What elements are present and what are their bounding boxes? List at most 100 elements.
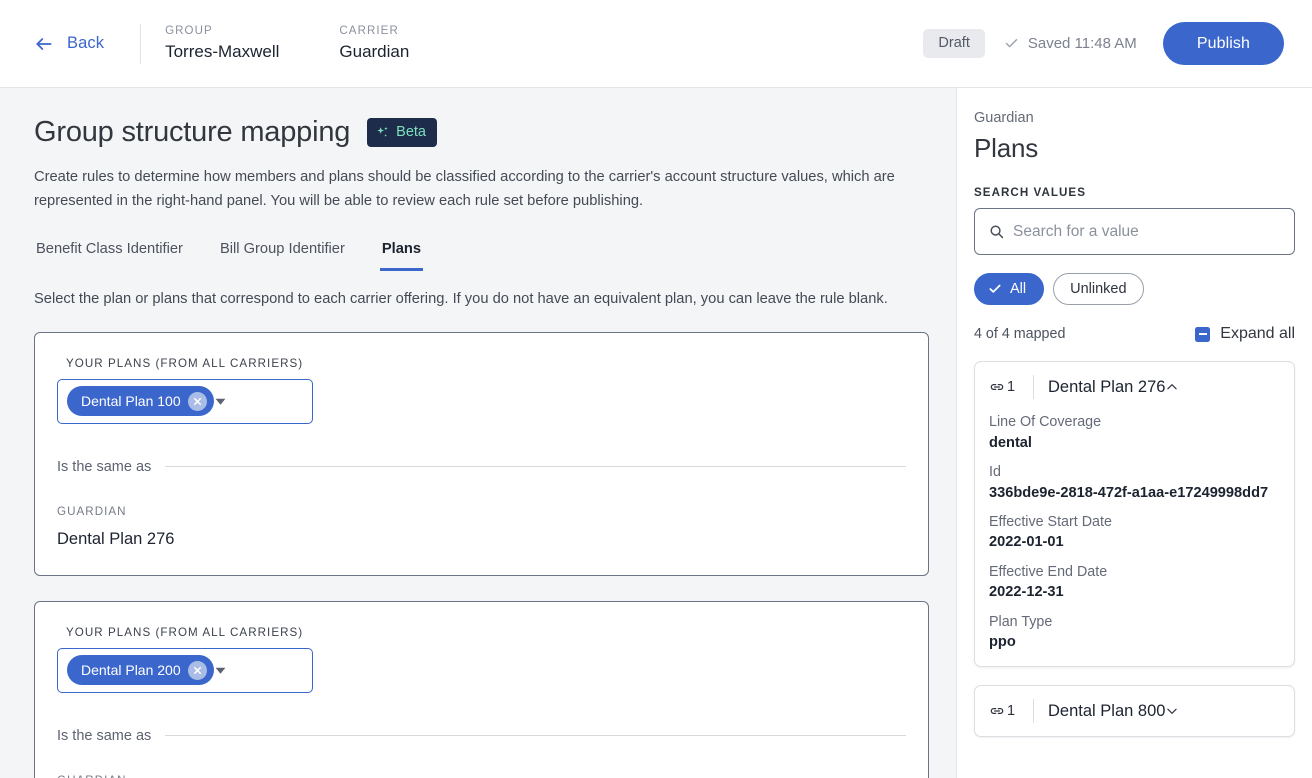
chevron-down-icon[interactable] (214, 395, 227, 408)
close-icon[interactable] (187, 660, 207, 680)
detail-label: Id (989, 463, 1001, 480)
detail-value: dental (989, 434, 1032, 451)
search-input[interactable] (1013, 222, 1280, 241)
detail-row: Id 336bde9e-2818-472f-a1aa-e17249998dd7 (989, 462, 1280, 504)
beta-badge: Beta (367, 118, 438, 147)
chevron-up-icon[interactable] (1165, 380, 1179, 394)
connector-row: Is the same as (57, 728, 906, 744)
chevron-down-icon[interactable] (1165, 704, 1179, 718)
filter-unlinked-button[interactable]: Unlinked (1053, 273, 1144, 305)
tab-list: Benefit Class Identifier Bill Group Iden… (34, 237, 916, 271)
page-title: Group structure mapping (34, 116, 351, 148)
group-value: Torres-Maxwell (165, 42, 280, 61)
detail-label: Line Of Coverage (989, 414, 1102, 430)
expand-all-label: Expand all (1220, 325, 1295, 342)
group-label: GROUP (165, 25, 213, 37)
check-icon (1004, 36, 1019, 51)
carrier-plan-label: GUARDIAN (57, 774, 906, 778)
group-meta: GROUP Torres-Maxwell (165, 25, 279, 62)
top-bar-right: Draft Saved 11:48 AM Publish (923, 22, 1312, 65)
arrow-left-icon (34, 34, 54, 54)
check-icon (988, 282, 1002, 296)
rule-card: YOUR PLANS (FROM ALL CARRIERS) Dental Pl… (34, 600, 929, 778)
detail-value: 2022-01-01 (989, 534, 1064, 551)
sparkle-icon (376, 126, 390, 140)
plan-chip[interactable]: Dental Plan 200 (67, 655, 214, 686)
page-title-row: Group structure mapping Beta (34, 116, 916, 149)
carrier-label: CARRIER (339, 25, 399, 37)
detail-row: Effective End Date 2022-12-31 (989, 562, 1280, 604)
top-bar: Back GROUP Torres-Maxwell CARRIER Guardi… (0, 0, 1312, 88)
detail-row: Effective Start Date 2022-01-01 (989, 512, 1280, 554)
link-count-label: 1 (1007, 703, 1016, 719)
connector-line (165, 735, 906, 737)
tab-bill-group-identifier[interactable]: Bill Group Identifier (218, 237, 347, 271)
mapped-count: 4 of 4 mapped (974, 326, 1066, 342)
connector-label: Is the same as (57, 727, 152, 744)
close-icon[interactable] (187, 391, 207, 411)
detail-value: ppo (989, 634, 1016, 651)
panel-eyebrow: Guardian (974, 110, 1034, 126)
search-box[interactable] (974, 208, 1295, 255)
detail-value: 2022-12-31 (989, 584, 1064, 601)
value-card-header[interactable]: 1 Dental Plan 276 (975, 362, 1294, 412)
detail-value: 336bde9e-2818-472f-a1aa-e17249998dd7 (989, 484, 1269, 501)
value-card-divider (1033, 699, 1034, 723)
values-panel: Guardian Plans SEARCH VALUES All Unlinke… (956, 88, 1312, 778)
saved-status: Saved 11:48 AM (1004, 35, 1137, 52)
your-plans-label: YOUR PLANS (FROM ALL CARRIERS) (66, 356, 304, 370)
top-bar-left: Back GROUP Torres-Maxwell CARRIER Guardi… (0, 0, 469, 87)
connector-line (165, 466, 906, 468)
your-plans-label: YOUR PLANS (FROM ALL CARRIERS) (66, 625, 304, 639)
page-description: Create rules to determine how members an… (34, 169, 895, 209)
link-count: 1 (989, 379, 1033, 395)
your-plans-select[interactable]: Dental Plan 200 (57, 647, 313, 693)
value-card-title: Dental Plan 800 (1048, 701, 1166, 720)
carrier-meta: CARRIER Guardian (339, 25, 409, 62)
plan-chip[interactable]: Dental Plan 100 (67, 386, 214, 417)
mapped-row: 4 of 4 mapped Expand all (974, 325, 1295, 343)
tab-description: Select the plan or plans that correspond… (34, 290, 888, 307)
value-card-title: Dental Plan 276 (1048, 377, 1166, 396)
search-values-label: SEARCH VALUES (974, 186, 1086, 199)
your-plans-select[interactable]: Dental Plan 100 (57, 378, 313, 424)
chevron-down-icon[interactable] (214, 664, 227, 677)
filter-all-button[interactable]: All (974, 273, 1045, 305)
filter-pills: All Unlinked (974, 273, 1295, 305)
plan-chip-label: Dental Plan 100 (81, 393, 181, 410)
link-icon (989, 703, 1005, 719)
connector-label: Is the same as (57, 458, 152, 475)
detail-label: Effective Start Date (989, 513, 1112, 530)
detail-label: Effective End Date (989, 563, 1108, 580)
link-count-label: 1 (1007, 379, 1016, 395)
plan-chip-label: Dental Plan 200 (81, 662, 181, 679)
carrier-plan-value: Dental Plan 276 (57, 529, 175, 548)
beta-label: Beta (396, 124, 427, 141)
main-content: Group structure mapping Beta Create rule… (0, 88, 956, 778)
filter-all-label: All (1010, 281, 1027, 297)
link-count: 1 (989, 703, 1033, 719)
minus-square-icon (1195, 326, 1211, 342)
back-label: Back (67, 34, 105, 52)
tab-plans[interactable]: Plans (379, 237, 424, 271)
value-card-divider (1033, 375, 1034, 399)
link-icon (989, 379, 1005, 395)
back-button[interactable]: Back (28, 27, 110, 61)
value-card-body: Line Of Coverage dental Id 336bde9e-2818… (975, 412, 1294, 653)
value-card: 1 Dental Plan 276 Line Of Coverage denta… (974, 361, 1295, 667)
value-card: 1 Dental Plan 800 (974, 685, 1295, 737)
carrier-plan-label: GUARDIAN (57, 504, 127, 518)
rule-card: YOUR PLANS (FROM ALL CARRIERS) Dental Pl… (34, 331, 929, 576)
carrier-value: Guardian (339, 42, 410, 61)
publish-button[interactable]: Publish (1162, 22, 1284, 65)
search-icon (989, 224, 1004, 239)
connector-row: Is the same as (57, 459, 906, 475)
value-card-header[interactable]: 1 Dental Plan 800 (975, 686, 1294, 736)
detail-label: Plan Type (989, 613, 1053, 630)
panel-title: Plans (974, 133, 1039, 163)
saved-text: Saved 11:48 AM (1027, 35, 1137, 52)
detail-row: Line Of Coverage dental (989, 412, 1280, 454)
expand-all-button[interactable]: Expand all (1195, 325, 1295, 343)
tab-benefit-class-identifier[interactable]: Benefit Class Identifier (34, 237, 185, 271)
detail-row: Plan Type ppo (989, 612, 1280, 654)
